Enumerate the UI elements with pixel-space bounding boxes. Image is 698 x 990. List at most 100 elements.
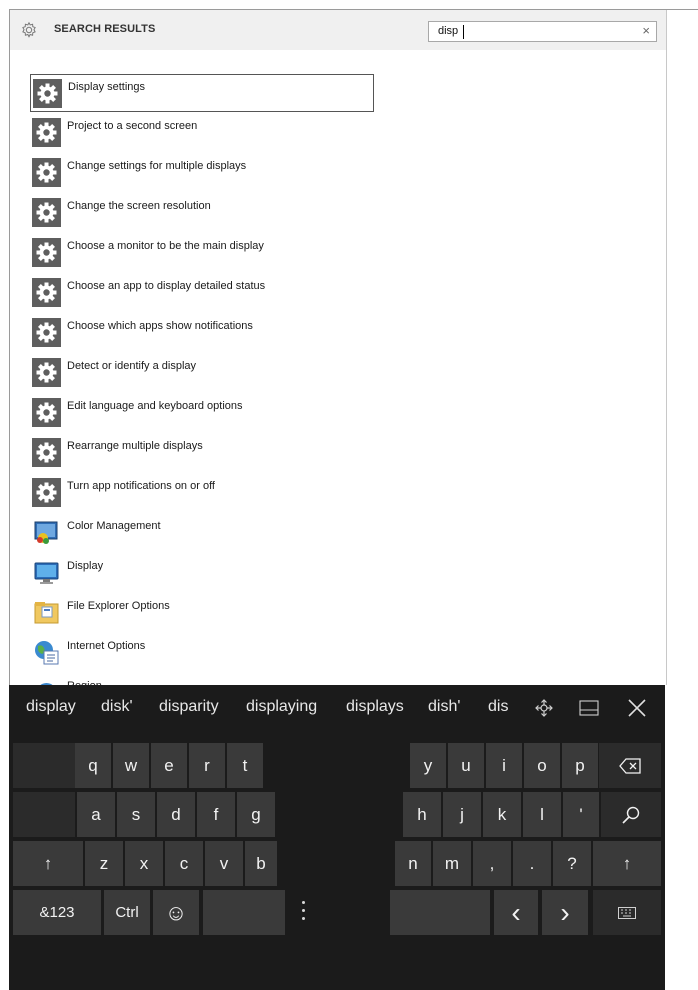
suggestion-item[interactable]: disparity [159, 698, 219, 716]
key-m[interactable]: m [433, 841, 471, 886]
key-j[interactable]: j [443, 792, 481, 837]
search-result-item[interactable]: Turn app notifications on or off [30, 474, 374, 512]
shift-key-left[interactable]: ↑ [13, 841, 83, 886]
settings-window: SEARCH RESULTS disp × Display settings Pr… [9, 9, 666, 685]
key-q[interactable]: q [75, 743, 111, 788]
search-result-label: Edit language and keyboard options [67, 400, 243, 412]
key-y[interactable]: y [410, 743, 446, 788]
suggestion-item[interactable]: displaying [246, 698, 317, 716]
gear-icon [32, 398, 61, 427]
clear-search-button[interactable]: × [642, 23, 650, 38]
search-result-item[interactable]: Change the screen resolution [30, 194, 374, 232]
gear-icon [32, 318, 61, 347]
search-result-label: Detect or identify a display [67, 360, 197, 372]
key-b[interactable]: b [245, 841, 277, 886]
key-f[interactable]: f [197, 792, 235, 837]
key-period[interactable]: . [513, 841, 551, 886]
suggestion-item[interactable]: dis [488, 698, 508, 716]
key-e[interactable]: e [151, 743, 187, 788]
search-result-item[interactable]: Region [30, 674, 374, 685]
gear-icon [32, 158, 61, 187]
search-result-item[interactable]: Display settings [30, 74, 374, 112]
color-management-icon [32, 518, 61, 547]
search-result-label: Internet Options [67, 640, 146, 652]
key-u[interactable]: u [448, 743, 484, 788]
gear-icon [32, 238, 61, 267]
key-p[interactable]: p [562, 743, 598, 788]
keyboard-layout-icon [618, 906, 636, 919]
backspace-key[interactable] [599, 743, 661, 788]
key-k[interactable]: k [483, 792, 521, 837]
search-result-item[interactable]: Rearrange multiple displays [30, 434, 374, 472]
search-result-item[interactable]: Color Management [30, 514, 374, 552]
search-result-item[interactable]: Choose a monitor to be the main display [30, 234, 374, 272]
key-apostrophe[interactable]: ' [563, 792, 599, 837]
emoji-key[interactable]: ☺ [153, 890, 199, 935]
key-spacer [13, 792, 75, 837]
left-arrow-key[interactable]: ‹ [494, 890, 538, 935]
search-result-label: Turn app notifications on or off [67, 480, 215, 492]
search-result-item[interactable]: Internet Options [30, 634, 374, 672]
search-result-label: Choose an app to display detailed status [67, 280, 266, 292]
suggestion-item[interactable]: display [26, 698, 76, 716]
gear-icon [32, 118, 61, 147]
gear-icon [32, 198, 61, 227]
region-globe-icon [32, 678, 61, 685]
search-result-label: Choose which apps show notifications [67, 320, 253, 332]
suggestion-item[interactable]: displays [346, 698, 404, 716]
key-i[interactable]: i [486, 743, 522, 788]
search-result-item[interactable]: Project to a second screen [30, 114, 374, 152]
search-result-item[interactable]: Detect or identify a display [30, 354, 374, 392]
ctrl-key[interactable]: Ctrl [104, 890, 150, 935]
suggestion-item[interactable]: disk' [101, 698, 133, 716]
suggestion-bar: display disk' disparity displaying displ… [9, 685, 665, 731]
search-result-label: Project to a second screen [67, 120, 198, 132]
keyboard-layout-key[interactable] [593, 890, 661, 935]
symbols-key[interactable]: &123 [13, 890, 101, 935]
search-result-item[interactable]: Change settings for multiple displays [30, 154, 374, 192]
window-top-edge [666, 9, 698, 10]
key-question[interactable]: ? [553, 841, 591, 886]
shift-key-right[interactable]: ↑ [593, 841, 661, 886]
key-h[interactable]: h [403, 792, 441, 837]
gear-icon [32, 438, 61, 467]
key-o[interactable]: o [524, 743, 560, 788]
search-input[interactable]: disp × [428, 21, 657, 42]
gear-icon [22, 21, 36, 38]
key-c[interactable]: c [165, 841, 203, 886]
search-input-value[interactable]: disp [438, 25, 458, 37]
key-r[interactable]: r [189, 743, 225, 788]
space-key-left[interactable] [203, 890, 285, 935]
search-result-label: Display settings [68, 81, 146, 93]
split-keyboard-grip[interactable] [301, 899, 307, 929]
search-result-item[interactable]: Choose an app to display detailed status [30, 274, 374, 312]
key-s[interactable]: s [117, 792, 155, 837]
key-a[interactable]: a [77, 792, 115, 837]
search-header: SEARCH RESULTS disp × [10, 10, 666, 50]
space-key-right[interactable] [390, 890, 490, 935]
search-result-label: Rearrange multiple displays [67, 440, 203, 452]
search-result-item[interactable]: Edit language and keyboard options [30, 394, 374, 432]
key-w[interactable]: w [113, 743, 149, 788]
key-d[interactable]: d [157, 792, 195, 837]
search-key[interactable] [601, 792, 661, 837]
search-result-label: Change the screen resolution [67, 200, 211, 212]
key-l[interactable]: l [523, 792, 561, 837]
internet-options-icon [32, 638, 61, 667]
search-result-item[interactable]: Choose which apps show notifications [30, 314, 374, 352]
close-keyboard-icon[interactable] [626, 697, 648, 719]
search-result-item[interactable]: File Explorer Options [30, 594, 374, 632]
key-n[interactable]: n [395, 841, 431, 886]
key-g[interactable]: g [237, 792, 275, 837]
key-x[interactable]: x [125, 841, 163, 886]
key-comma[interactable]: , [473, 841, 511, 886]
search-result-label: Color Management [67, 520, 161, 532]
right-arrow-key[interactable]: › [542, 890, 588, 935]
search-result-item[interactable]: Display [30, 554, 374, 592]
key-t[interactable]: t [227, 743, 263, 788]
key-v[interactable]: v [205, 841, 243, 886]
keyboard-dock-icon[interactable] [579, 699, 599, 717]
key-z[interactable]: z [85, 841, 123, 886]
keyboard-move-icon[interactable] [534, 698, 554, 718]
suggestion-item[interactable]: dish' [428, 698, 460, 716]
